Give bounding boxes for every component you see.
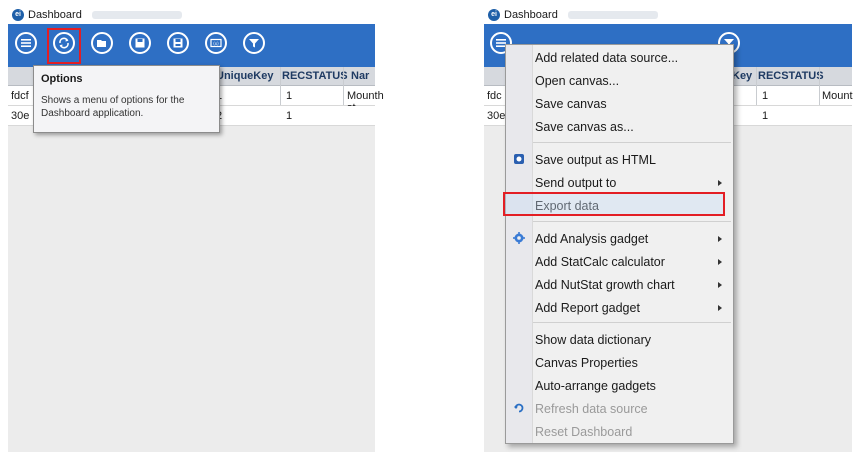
column-header[interactable]: RECSTATUS <box>758 70 824 82</box>
save-icon[interactable] <box>129 32 151 54</box>
table-cell: 1 <box>762 110 769 122</box>
menu-item-label: Add related data source... <box>535 51 679 65</box>
menu-separator <box>533 221 731 222</box>
title-bar: ei Dashboard <box>484 5 852 24</box>
menu-item-add-statcalc-calculator[interactable]: Add StatCalc calculator <box>507 251 732 273</box>
menu-item-label: Open canvas... <box>535 74 620 88</box>
gear-icon <box>513 232 525 244</box>
table-cell: 30e <box>11 110 30 122</box>
table-cell: 1 <box>286 90 293 102</box>
html-icon <box>513 153 525 165</box>
menu-item-label: Send output to <box>535 176 617 190</box>
export-formula-icon[interactable]: (x) <box>205 32 227 54</box>
list-icon[interactable] <box>15 32 37 54</box>
menu-item-add-report-gadget[interactable]: Add Report gadget <box>507 297 732 319</box>
save-as-icon[interactable] <box>167 32 189 54</box>
options-highlight <box>47 28 81 64</box>
menu-item-refresh-data-source: Refresh data source <box>507 398 732 420</box>
menu-item-label: Auto-arrange gadgets <box>535 379 656 393</box>
column-header[interactable]: RECSTATUS <box>282 70 348 82</box>
column-divider <box>819 67 820 105</box>
column-header[interactable]: Key <box>732 70 752 82</box>
menu-item-show-data-dictionary[interactable]: Show data dictionary <box>507 329 732 351</box>
menu-item-label: Canvas Properties <box>535 356 638 370</box>
epi-info-icon: ei <box>12 8 24 21</box>
options-menu: Add related data source... Open canvas...… <box>505 44 734 444</box>
menu-separator <box>533 142 731 143</box>
menu-item-label: Save canvas <box>535 97 607 111</box>
svg-text:(x): (x) <box>213 41 219 46</box>
menu-item-canvas-properties[interactable]: Canvas Properties <box>507 352 732 374</box>
menu-item-label: Add Report gadget <box>535 301 640 315</box>
column-divider <box>280 67 281 105</box>
column-divider <box>756 67 757 105</box>
menu-item-label: Add NutStat growth chart <box>535 278 675 292</box>
title-bar: ei Dashboard <box>8 5 375 24</box>
submenu-arrow-icon <box>718 305 722 311</box>
submenu-arrow-icon <box>718 236 722 242</box>
menu-item-reset-dashboard: Reset Dashboard <box>507 421 732 443</box>
submenu-arrow-icon <box>718 180 722 186</box>
blurred-title-text <box>91 10 182 19</box>
blurred-title-text <box>567 10 658 19</box>
epi-info-icon: ei <box>488 8 500 21</box>
menu-item-add-nutstat-growth-chart[interactable]: Add NutStat growth chart <box>507 274 732 296</box>
menu-item-label: Reset Dashboard <box>535 425 633 439</box>
menu-item-label: Refresh data source <box>535 402 648 416</box>
export-data-highlight <box>503 192 725 216</box>
submenu-arrow-icon <box>718 259 722 265</box>
menu-item-open-canvas[interactable]: Open canvas... <box>507 70 732 92</box>
menu-item-auto-arrange-gadgets[interactable]: Auto-arrange gadgets <box>507 375 732 397</box>
refresh-icon <box>513 402 525 414</box>
menu-item-send-output-to[interactable]: Send output to <box>507 172 732 194</box>
menu-item-add-analysis-gadget[interactable]: Add Analysis gadget <box>507 228 732 250</box>
menu-item-label: Show data dictionary <box>535 333 652 347</box>
column-divider <box>343 67 344 105</box>
tooltip-body: Shows a menu of options for the Dashboar… <box>41 95 185 119</box>
menu-separator <box>533 322 731 323</box>
menu-item-save-output-as-html[interactable]: Save output as HTML <box>507 149 732 171</box>
table-cell: fdc <box>487 90 502 102</box>
menu-item-label: Add StatCalc calculator <box>535 255 665 269</box>
menu-item-save-canvas[interactable]: Save canvas <box>507 93 732 115</box>
submenu-arrow-icon <box>718 282 722 288</box>
table-cell: 1 <box>286 110 293 122</box>
menu-item-save-canvas-as[interactable]: Save canvas as... <box>507 116 732 138</box>
tooltip-title: Options <box>41 73 83 85</box>
window-title: Dashboard <box>28 8 82 21</box>
table-cell: fdcf <box>11 90 29 102</box>
table-cell: Mount <box>822 90 853 102</box>
filter-icon[interactable] <box>243 32 265 54</box>
table-cell: 30e <box>487 110 506 122</box>
menu-item-label: Save output as HTML <box>535 153 656 167</box>
column-header[interactable]: UniqueKey <box>216 70 273 82</box>
folder-open-icon[interactable] <box>91 32 113 54</box>
left-dashboard-window: ei Dashboard (x) UniqueKey RECSTATUS Nar… <box>8 5 384 452</box>
table-cell: 1 <box>762 90 769 102</box>
menu-item-label: Add Analysis gadget <box>535 232 649 246</box>
column-header[interactable]: Nar <box>351 70 369 82</box>
window-title: Dashboard <box>504 8 558 21</box>
menu-item-label: Save canvas as... <box>535 120 634 134</box>
menu-item-add-related-data-source[interactable]: Add related data source... <box>507 47 732 69</box>
options-tooltip: Options Shows a menu of options for the … <box>33 65 220 133</box>
